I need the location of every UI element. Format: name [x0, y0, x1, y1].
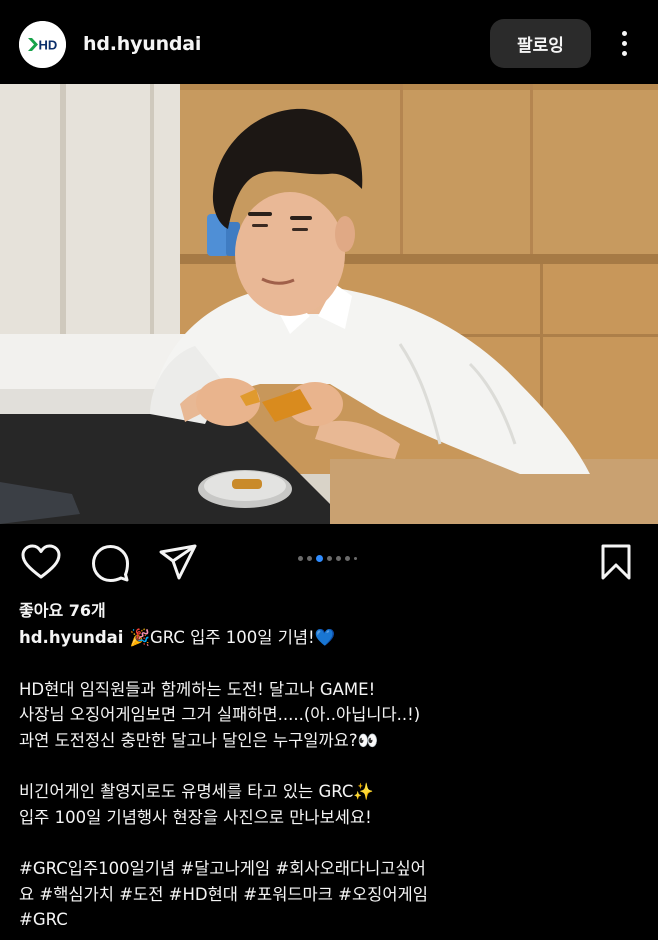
carousel-dot [307, 556, 312, 561]
post-header: HD hd.hyundai 팔로잉 [0, 0, 658, 84]
caption-line: 입주 100일 기념행사 현장을 사진으로 만나보세요! [19, 807, 372, 827]
carousel-dot [298, 556, 303, 561]
hd-logo-icon: HD [19, 21, 66, 68]
post-image[interactable] [0, 84, 658, 524]
avatar[interactable]: HD [19, 21, 66, 68]
more-options-icon[interactable] [612, 28, 636, 60]
hashtags-line[interactable]: 요 #핵심가치 #도전 #HD현대 #포워드마크 #오징어게임 [19, 882, 639, 908]
carousel-dot [345, 556, 350, 561]
comment-icon[interactable] [91, 544, 129, 582]
likes-count[interactable]: 좋아요 76개 [19, 597, 106, 621]
hashtags-line[interactable]: #GRC [19, 907, 639, 933]
caption-line: 과연 도전정신 충만한 달고나 달인은 누구일까요?👀 [19, 730, 379, 750]
caption-username[interactable]: hd.hyundai [19, 628, 123, 647]
caption-line: 사장님 오징어게임보면 그거 실패하면.....(아..아닙니다..!) [19, 705, 421, 724]
hashtags-line[interactable]: #GRC입주100일기념 #달고나게임 #회사오래다니고싶어 [19, 856, 639, 882]
caption-title: 🎉GRC 입주 100일 기념!💙 [129, 628, 336, 647]
caption-line: 비긴어게인 촬영지로도 유명세를 타고 있는 GRC✨ [19, 782, 374, 801]
username[interactable]: hd.hyundai [83, 33, 201, 55]
svg-text:HD: HD [39, 38, 58, 53]
caption-line: HD현대 임직원들과 함께하는 도전! 달고나 GAME! [19, 679, 376, 699]
following-button[interactable]: 팔로잉 [490, 19, 591, 68]
carousel-dot [354, 557, 357, 560]
carousel-dot [336, 556, 341, 561]
carousel-dot [327, 556, 332, 561]
action-bar [0, 524, 658, 594]
carousel-dot-active [316, 555, 323, 562]
bookmark-icon[interactable] [601, 544, 631, 580]
send-icon[interactable] [159, 544, 197, 580]
post-caption: hd.hyundai 🎉GRC 입주 100일 기념!💙 HD현대 임직원들과 함… [19, 625, 639, 933]
heart-icon[interactable] [21, 544, 61, 580]
carousel-indicator [298, 555, 361, 562]
